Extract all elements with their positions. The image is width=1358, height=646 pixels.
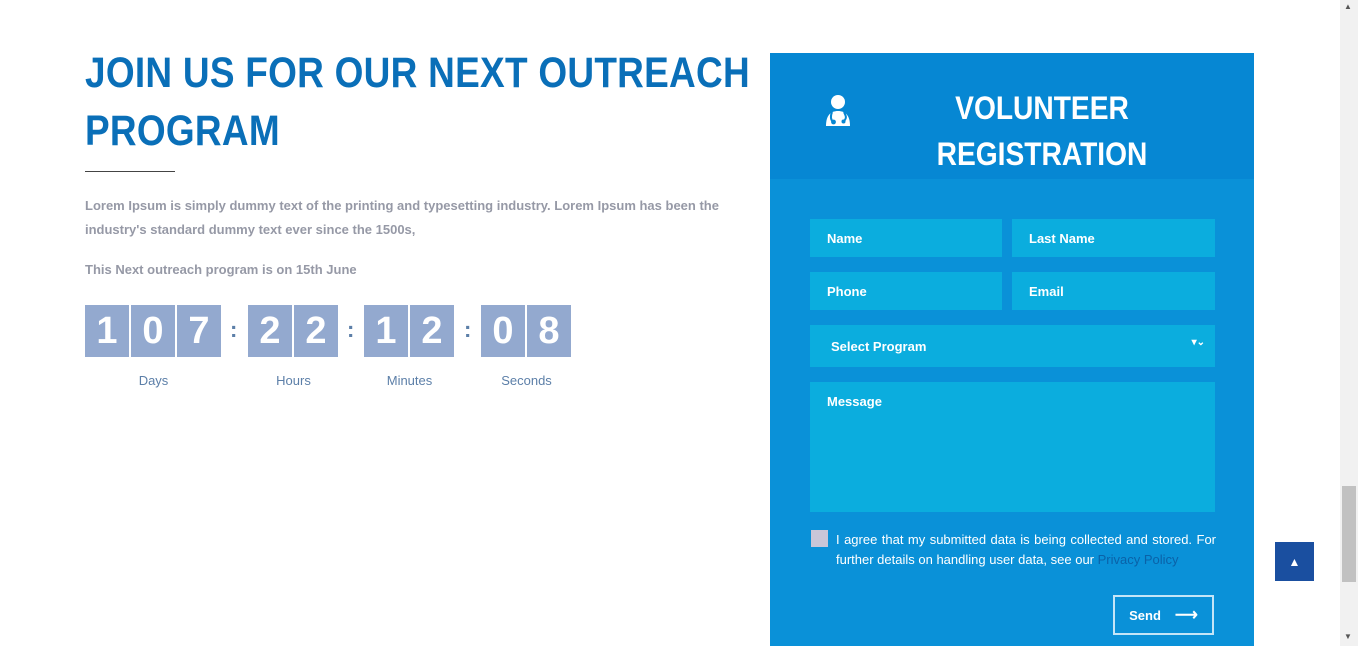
minutes-digit: 1 bbox=[364, 305, 408, 357]
minutes-label: Minutes bbox=[386, 373, 433, 388]
scroll-up-icon[interactable]: ▲ bbox=[1344, 2, 1352, 11]
form-title-line2: REGISTRATION bbox=[936, 136, 1148, 172]
name-field[interactable]: Name bbox=[810, 219, 1002, 257]
countdown-timer: 1 0 7 Days : 2 2 Hours : 1 2 Minutes : 0… bbox=[85, 305, 605, 405]
program-select[interactable]: Select Program ▾⌄ bbox=[810, 325, 1215, 367]
email-field[interactable]: Email bbox=[1012, 272, 1215, 310]
days-label: Days bbox=[138, 373, 169, 388]
scroll-down-icon[interactable]: ▼ bbox=[1344, 632, 1352, 641]
days-digit: 0 bbox=[131, 305, 175, 357]
hours-label: Hours bbox=[276, 373, 311, 388]
seconds-digit: 0 bbox=[481, 305, 525, 357]
days-digit: 1 bbox=[85, 305, 129, 357]
send-label: Send bbox=[1129, 607, 1161, 623]
countdown-days: 1 0 7 Days bbox=[85, 305, 222, 388]
volunteer-registration-form: VOLUNTEER REGISTRATION Name Last Name Ph… bbox=[770, 53, 1254, 646]
countdown-separator: : bbox=[464, 317, 472, 342]
form-title-line1: VOLUNTEER bbox=[955, 90, 1129, 126]
back-to-top-button[interactable]: ▲ bbox=[1275, 542, 1314, 581]
hours-digit: 2 bbox=[294, 305, 338, 357]
title-divider bbox=[85, 171, 175, 172]
consent-checkbox[interactable] bbox=[811, 530, 828, 547]
form-title: VOLUNTEER REGISTRATION bbox=[935, 85, 1150, 177]
seconds-digit: 8 bbox=[527, 305, 571, 357]
outreach-section: JOIN US FOR OUR NEXT OUTREACH PROGRAM Lo… bbox=[85, 44, 750, 277]
arrow-right-icon: ⟶ bbox=[1174, 607, 1198, 624]
page-title: JOIN US FOR OUR NEXT OUTREACH PROGRAM bbox=[85, 49, 750, 155]
countdown-minutes: 1 2 Minutes bbox=[364, 305, 455, 388]
message-field[interactable]: Message bbox=[810, 382, 1215, 512]
countdown-separator: : bbox=[230, 317, 238, 342]
program-select-value: Select Program bbox=[831, 338, 927, 354]
send-button[interactable]: Send ⟶ bbox=[1113, 595, 1214, 635]
last-name-field[interactable]: Last Name bbox=[1012, 219, 1215, 257]
scrollbar[interactable]: ▲ ▼ bbox=[1340, 0, 1358, 646]
chevron-up-icon: ▲ bbox=[1288, 554, 1301, 569]
description-text: Lorem Ipsum is simply dummy text of the … bbox=[85, 198, 719, 237]
scrollbar-thumb[interactable] bbox=[1342, 486, 1356, 582]
hours-digit: 2 bbox=[248, 305, 292, 357]
phone-field[interactable]: Phone bbox=[810, 272, 1002, 310]
event-date-text: This Next outreach program is on 15th Ju… bbox=[85, 262, 357, 277]
privacy-policy-link[interactable]: Privacy Policy bbox=[1098, 552, 1179, 567]
countdown-separator: : bbox=[347, 317, 355, 342]
countdown-seconds: 0 8 Seconds bbox=[481, 305, 572, 388]
days-digit: 7 bbox=[177, 305, 221, 357]
consent-label: I agree that my submitted data is being … bbox=[836, 530, 1216, 570]
form-header: VOLUNTEER REGISTRATION bbox=[770, 53, 1254, 179]
chevron-down-icon: ▾⌄ bbox=[1191, 337, 1205, 348]
seconds-label: Seconds bbox=[501, 373, 552, 388]
minutes-digit: 2 bbox=[410, 305, 454, 357]
countdown-hours: 2 2 Hours bbox=[248, 305, 339, 388]
doctor-icon bbox=[826, 95, 850, 126]
